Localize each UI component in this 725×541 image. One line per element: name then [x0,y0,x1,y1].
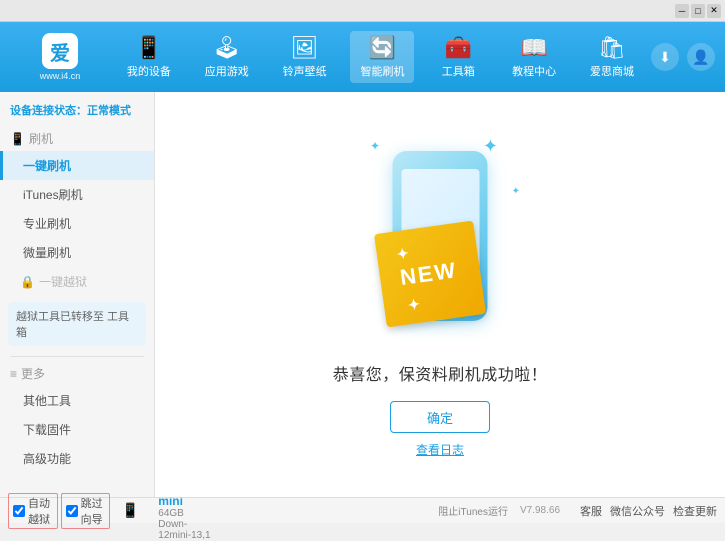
wechat-link[interactable]: 微信公众号 [610,503,665,519]
sidebar-item-pro-flash[interactable]: 专业刷机 [0,209,154,238]
nav-label-tutorial: 教程中心 [512,63,556,79]
sidebar-item-jailbreak-disabled: 🔒 一键越狱 [0,267,154,296]
logo-text: www.i4.cn [40,71,81,81]
skip-wizard-label: 跳过向导 [81,495,106,527]
title-bar: ─ □ ✕ [0,0,725,22]
user-button[interactable]: 👤 [687,43,715,71]
nav-item-smart-flash[interactable]: 🔄 智能刷机 [350,31,414,83]
top-nav: 爱 www.i4.cn 📱 我的设备 🕹 应用游戏 🖼 铃声壁纸 🔄 智能刷机 … [0,22,725,92]
sidebar-item-other-tools[interactable]: 其他工具 [0,386,154,415]
sparkle-3: ✦ [512,186,520,197]
auto-unlock-input[interactable] [13,505,25,517]
jailbreak-info-box: 越狱工具已转移至 工具箱 [8,302,146,346]
nav-label-ringtone: 铃声壁纸 [283,63,327,79]
sidebar-item-micro-flash[interactable]: 微量刷机 [0,238,154,267]
ringtone-icon: 🖼 [291,35,319,61]
new-badge-text: NEW [398,257,458,290]
confirm-button[interactable]: 确定 [390,401,490,433]
more-group-label: 更多 [21,365,45,382]
nav-item-shop[interactable]: 🛍 爱思商城 [580,31,644,83]
view-log-link[interactable]: 查看日志 [416,441,464,458]
sidebar-group-flash: 📱 刷机 [0,126,154,151]
nav-label-smart-flash: 智能刷机 [360,63,404,79]
flash-group-icon: 📱 [10,132,25,146]
sidebar-item-advanced[interactable]: 高级功能 [0,444,154,473]
phone-illustration: ✦ ✦ ✦ NEW [340,131,540,341]
tutorial-icon: 📖 [520,35,547,61]
skip-wizard-input[interactable] [66,505,78,517]
nav-item-toolbox[interactable]: 🧰 工具箱 [428,31,488,83]
nav-label-shop: 爱思商城 [590,63,634,79]
phone-icon: 📱 [135,35,162,61]
sparkle-2: ✦ [483,136,498,157]
content-area: ✦ ✦ ✦ NEW 恭喜您，保资料刷机成功啦！ 确定 查看日志 [155,92,725,497]
nav-item-apps-games[interactable]: 🕹 应用游戏 [195,31,259,83]
device-storage: 64GB [158,508,215,519]
info-box-text: 越狱工具已转移至 工具箱 [16,311,129,339]
new-ribbon: NEW [374,220,486,327]
auto-unlock-checkbox[interactable]: 自动越狱 [8,493,58,529]
itunes-stop-label: 阻止iTunes运行 [438,503,508,518]
sidebar-divider [10,356,144,357]
sidebar-item-one-key-flash[interactable]: 一键刷机 [0,151,154,180]
flash-group-label: 刷机 [29,130,53,147]
nav-label-toolbox: 工具箱 [442,63,475,79]
close-button[interactable]: ✕ [707,4,721,18]
download-button[interactable]: ⬇ [651,43,679,71]
sidebar-item-itunes-flash[interactable]: iTunes刷机 [0,180,154,209]
device-model: Down-12mini-13,1 [158,519,215,541]
flash-icon: 🔄 [369,35,396,61]
device-phone-icon: 📱 [122,502,139,519]
apps-icon: 🕹 [213,35,241,61]
lock-icon: 🔒 [20,275,35,289]
sidebar-group-more: ≡ 更多 [0,361,154,386]
nav-label-my-device: 我的设备 [127,63,171,79]
status-value: 正常模式 [87,105,131,117]
nav-right: ⬇ 👤 [651,43,715,71]
more-group-icon: ≡ [10,367,17,381]
sidebar: 设备连接状态：正常模式 📱 刷机 一键刷机 iTunes刷机 专业刷机 微量刷机… [0,92,155,497]
shop-icon: 🛍 [598,35,626,61]
auto-unlock-label: 自动越狱 [28,495,53,527]
nav-item-my-device[interactable]: 📱 我的设备 [117,31,181,83]
maximize-button[interactable]: □ [691,4,705,18]
connection-status: 设备连接状态：正常模式 [0,98,154,126]
update-link[interactable]: 检查更新 [673,503,717,519]
toolbox-icon: 🧰 [445,35,472,61]
minimize-button[interactable]: ─ [675,4,689,18]
sidebar-item-download-firmware[interactable]: 下载固件 [0,415,154,444]
version-label: V7.98.66 [520,505,560,516]
nav-label-apps-games: 应用游戏 [205,63,249,79]
support-link[interactable]: 客服 [580,503,602,519]
skip-wizard-checkbox[interactable]: 跳过向导 [61,493,111,529]
sparkle-1: ✦ [370,139,380,153]
logo-area[interactable]: 爱 www.i4.cn [10,33,110,81]
logo-icon: 爱 [42,33,78,69]
bottom-bar: 自动越狱 跳过向导 📱 iPhone 12 mini 64GB Down-12m… [0,497,725,523]
nav-item-tutorial[interactable]: 📖 教程中心 [502,31,566,83]
jailbreak-label: 一键越狱 [39,273,87,290]
main-area: 设备连接状态：正常模式 📱 刷机 一键刷机 iTunes刷机 专业刷机 微量刷机… [0,92,725,497]
success-message: 恭喜您，保资料刷机成功啦！ [333,361,548,385]
nav-items: 📱 我的设备 🕹 应用游戏 🖼 铃声壁纸 🔄 智能刷机 🧰 工具箱 📖 教程中心… [110,31,651,83]
nav-item-ringtone[interactable]: 🖼 铃声壁纸 [273,31,337,83]
status-label: 设备连接状态： [10,105,87,117]
